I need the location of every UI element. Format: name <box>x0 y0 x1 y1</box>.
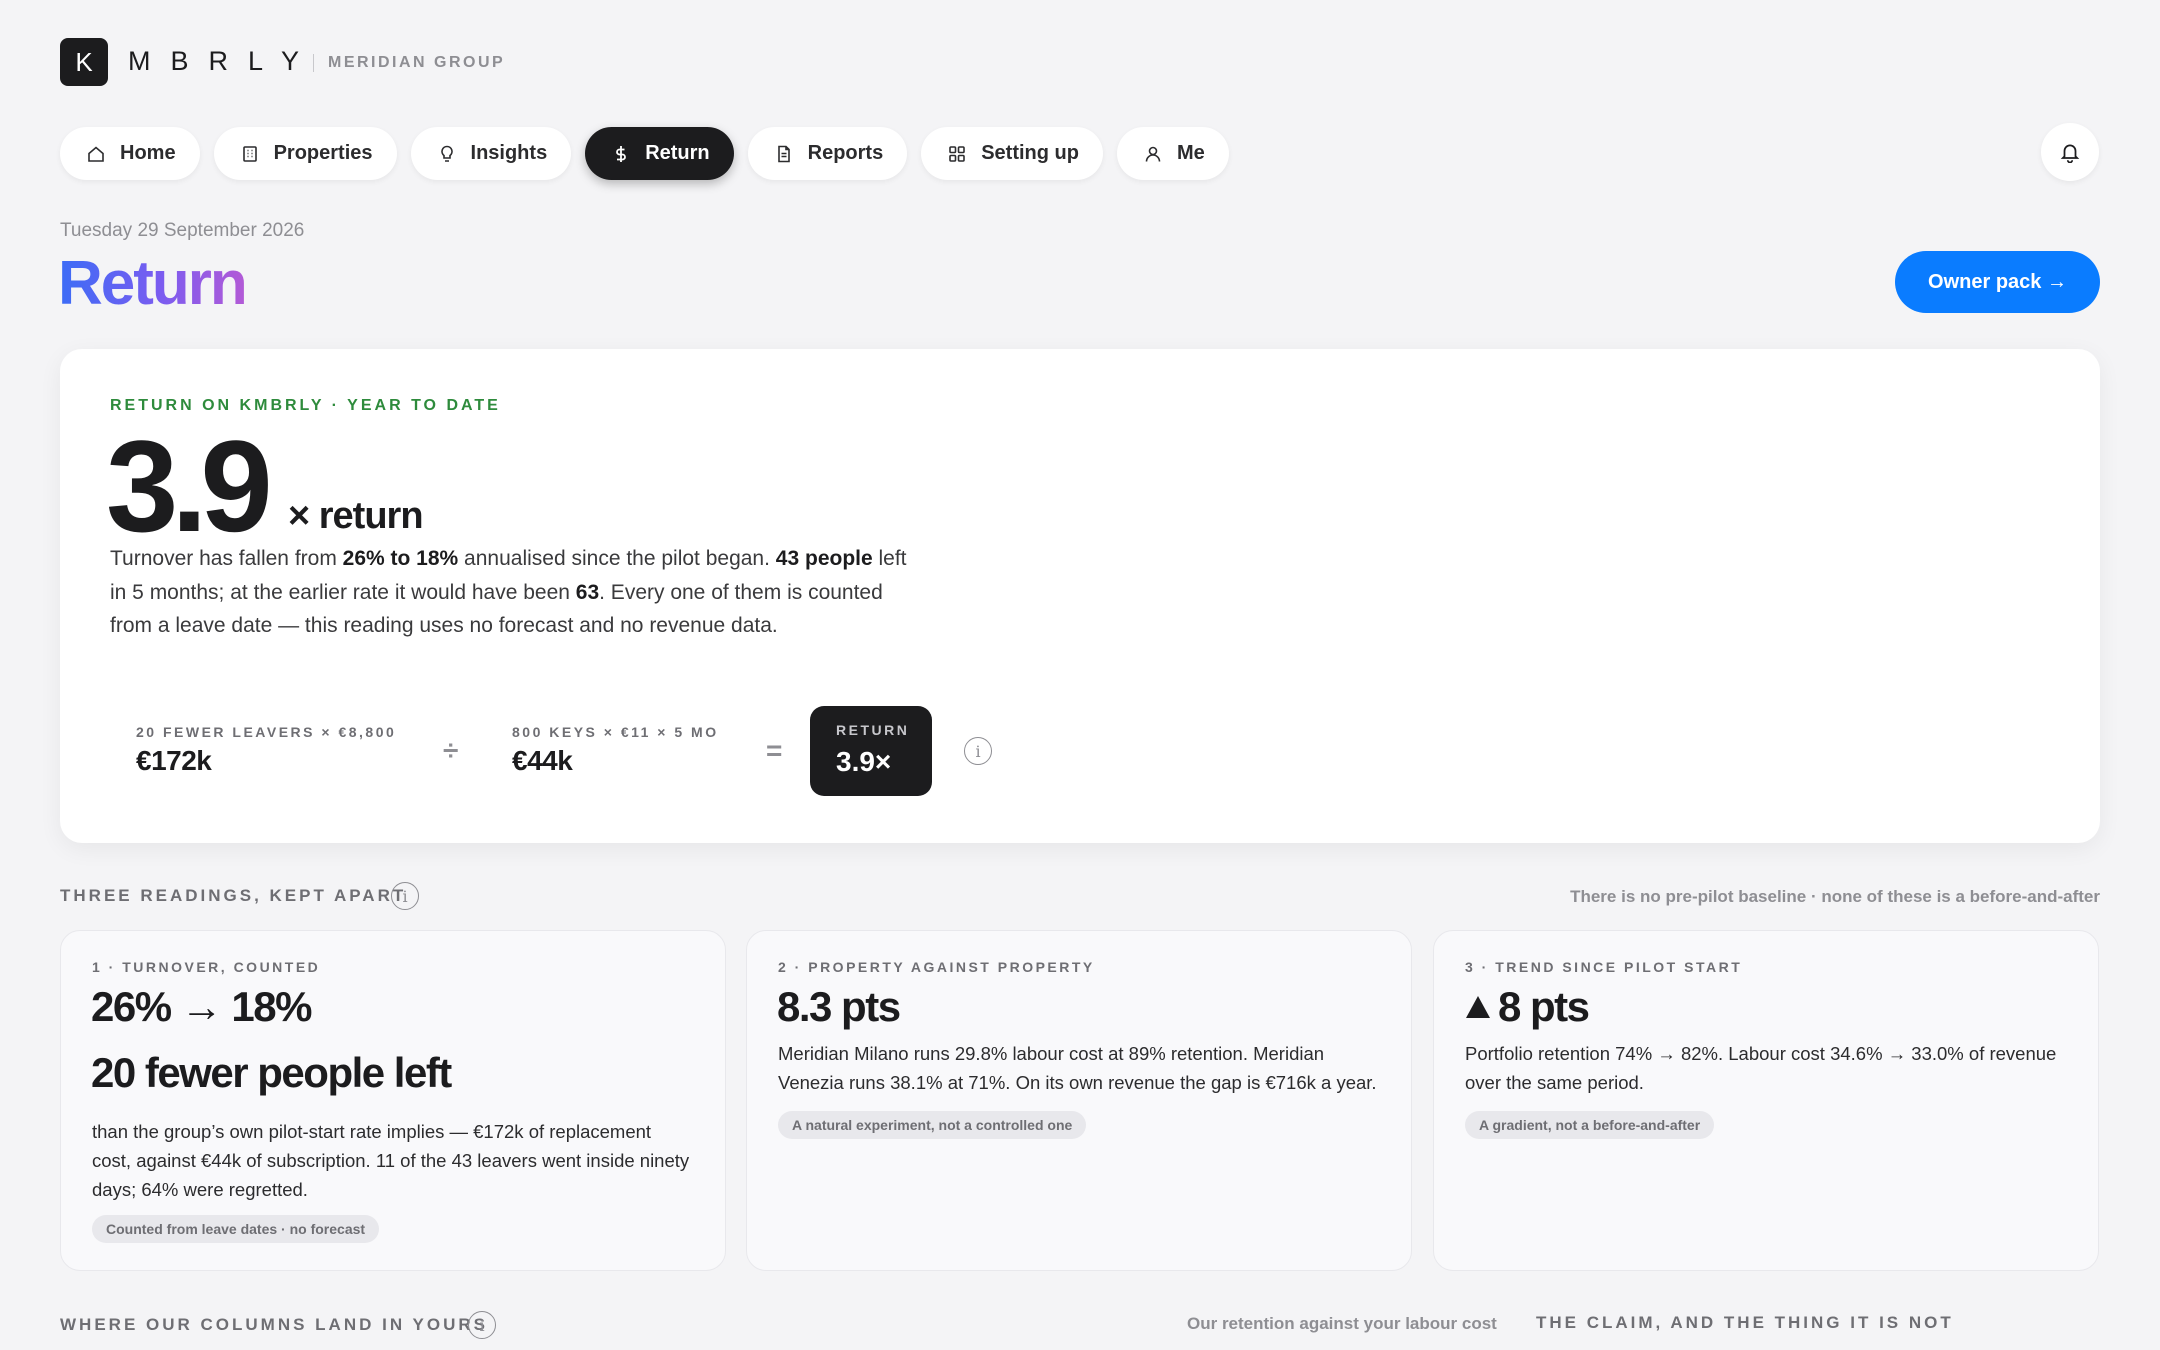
nav-properties[interactable]: Properties <box>213 127 397 180</box>
nav-insights[interactable]: Insights <box>410 127 572 180</box>
divide-symbol: ÷ <box>443 735 459 766</box>
bell-icon <box>2060 144 2080 163</box>
return-value: 3.9 <box>106 413 273 559</box>
nav-label: Home <box>120 142 176 164</box>
nav-label: Properties <box>273 142 373 164</box>
equals-symbol: = <box>766 735 783 766</box>
nav-label: Insights <box>470 142 548 164</box>
calc-savings-label: 20 FEWER LEAVERS × €8,800 <box>136 724 397 740</box>
info-icon[interactable]: i <box>964 737 992 765</box>
card-body: Portfolio retention 74% → 82%. Labour co… <box>1465 1043 2057 1093</box>
nav-setting-up[interactable]: Setting up <box>921 127 1103 180</box>
user-icon <box>1145 146 1161 162</box>
card-tag: Counted from leave dates · no forecast <box>92 1215 380 1243</box>
owner-pack-button[interactable]: Owner pack → <box>1895 251 2100 313</box>
home-icon <box>88 145 104 162</box>
nav-return[interactable]: Return <box>585 127 734 180</box>
triangle-up-icon <box>1466 996 1490 1018</box>
grid-icon <box>949 145 966 162</box>
card-tag: A gradient, not a before-and-after <box>1465 1111 1715 1139</box>
card-headline: 8 pts <box>1498 983 1590 1030</box>
calc-savings: 20 FEWER LEAVERS × €8,800 €172k <box>136 724 396 777</box>
card-eyebrow: 2 · PROPERTY AGAINST PROPERTY <box>778 959 1095 975</box>
reading-card-trend: 3 · TREND SINCE PILOT START 8 pts Portfo… <box>1433 930 2099 1271</box>
card-eyebrow: 3 · TREND SINCE PILOT START <box>1465 959 1743 975</box>
nav-label: Return <box>645 142 710 164</box>
readings-section-label: THREE READINGS, KEPT APART <box>60 886 407 905</box>
card-tag: A natural experiment, not a controlled o… <box>778 1111 1087 1139</box>
brand-group-name: MERIDIAN GROUP <box>328 54 506 71</box>
card-headline-row: 8 pts <box>1464 983 1590 1031</box>
claim-section-label: THE CLAIM, AND THE THING IT IS NOT <box>1536 1313 1954 1332</box>
nav-label: Reports <box>807 142 884 164</box>
return-result-value: 3.9× <box>836 746 892 777</box>
reading-card-property: 2 · PROPERTY AGAINST PROPERTY 8.3 pts Me… <box>746 930 1412 1271</box>
return-suffix: × return <box>288 495 424 537</box>
main-nav: Home Properties Insights Return Reports … <box>60 127 1229 180</box>
card-subheadline: 20 fewer people left <box>91 1049 452 1096</box>
nav-label: Setting up <box>981 142 1079 164</box>
brand-divider <box>313 54 314 72</box>
building-icon <box>242 145 257 162</box>
nav-reports[interactable]: Reports <box>747 127 908 180</box>
return-summary-card: RETURN ON KMBRLY · YEAR TO DATE 3.9 × re… <box>60 349 2100 843</box>
nav-label: Me <box>1176 142 1205 164</box>
info-icon[interactable]: i <box>391 882 419 910</box>
document-icon <box>777 145 790 162</box>
dollar-icon <box>616 145 627 162</box>
return-result-label: RETURN <box>836 722 910 738</box>
columns-note: Our retention against your labour cost <box>1187 1314 1497 1333</box>
brand-logo[interactable]: K <box>60 38 108 86</box>
return-explanation: Turnover has fallen from 26% to 18% annu… <box>110 547 907 637</box>
card-headline: 8.3 pts <box>777 983 901 1030</box>
card-headline: 26% → 18% <box>91 983 312 1030</box>
card-body: Meridian Milano runs 29.8% labour cost a… <box>778 1043 1377 1093</box>
brand-wordmark: MBRLY <box>128 46 320 76</box>
current-date: Tuesday 29 September 2026 <box>60 220 305 241</box>
columns-section-label: WHERE OUR COLUMNS LAND IN YOURS <box>60 1315 488 1334</box>
reading-card-turnover: 1 · TURNOVER, COUNTED 26% → 18% 20 fewer… <box>60 930 726 1271</box>
card-eyebrow: 1 · TURNOVER, COUNTED <box>92 959 321 975</box>
readings-note: There is no pre-pilot baseline · none of… <box>1570 887 2100 906</box>
notifications-button[interactable] <box>2041 123 2099 181</box>
calc-savings-value: €172k <box>136 745 212 776</box>
calc-cost-label: 800 KEYS × €11 × 5 MO <box>512 724 719 740</box>
nav-home[interactable]: Home <box>60 127 200 180</box>
page-title: Return <box>58 249 248 318</box>
card-body: than the group’s own pilot-start rate im… <box>92 1121 690 1200</box>
nav-me[interactable]: Me <box>1116 127 1229 180</box>
calc-cost: 800 KEYS × €11 × 5 MO €44k <box>512 724 719 777</box>
return-result-badge: RETURN 3.9× <box>810 706 932 796</box>
calc-cost-value: €44k <box>512 745 573 776</box>
lightbulb-icon <box>440 145 453 162</box>
info-icon[interactable]: i <box>468 1311 496 1339</box>
